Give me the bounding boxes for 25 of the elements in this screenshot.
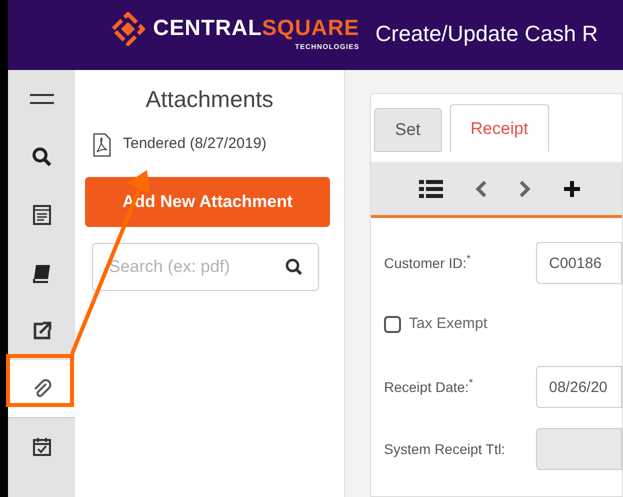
checkbox-label: Tax Exempt xyxy=(409,314,488,334)
menu-icon xyxy=(30,94,54,104)
input-field[interactable]: C00186 xyxy=(536,242,622,284)
plus-icon[interactable] xyxy=(563,180,581,198)
input-field[interactable]: 08/26/20 xyxy=(536,366,622,408)
panel-title: Attachments xyxy=(146,85,274,114)
search-field[interactable]: Search (ex: pdf) xyxy=(92,242,319,290)
logo-text: SQUARE xyxy=(262,16,360,39)
attachment-link[interactable]: Tendered (8/27/2019) xyxy=(123,133,266,156)
checkbox[interactable] xyxy=(384,316,401,332)
field-label: Receipt Date:$^{*}$ xyxy=(384,376,474,397)
tab[interactable]: Receipt xyxy=(450,104,550,152)
page-title: Create/Update Cash R xyxy=(375,20,598,48)
field-label: Customer ID:$^{*}$ xyxy=(384,252,472,272)
list-icon[interactable] xyxy=(419,180,443,198)
logo-text: CENTRAL xyxy=(153,16,262,39)
tab[interactable]: Set xyxy=(374,108,442,152)
field-label: System Receipt Ttl: xyxy=(384,440,506,459)
pdf-file-icon xyxy=(93,132,111,156)
search-icon[interactable] xyxy=(285,258,303,276)
diamond-logo-icon xyxy=(111,12,145,46)
chevron-right-icon[interactable] xyxy=(519,180,531,198)
highlight-frame xyxy=(6,354,74,407)
chevron-left-icon[interactable] xyxy=(475,180,487,198)
search-icon xyxy=(30,145,54,169)
